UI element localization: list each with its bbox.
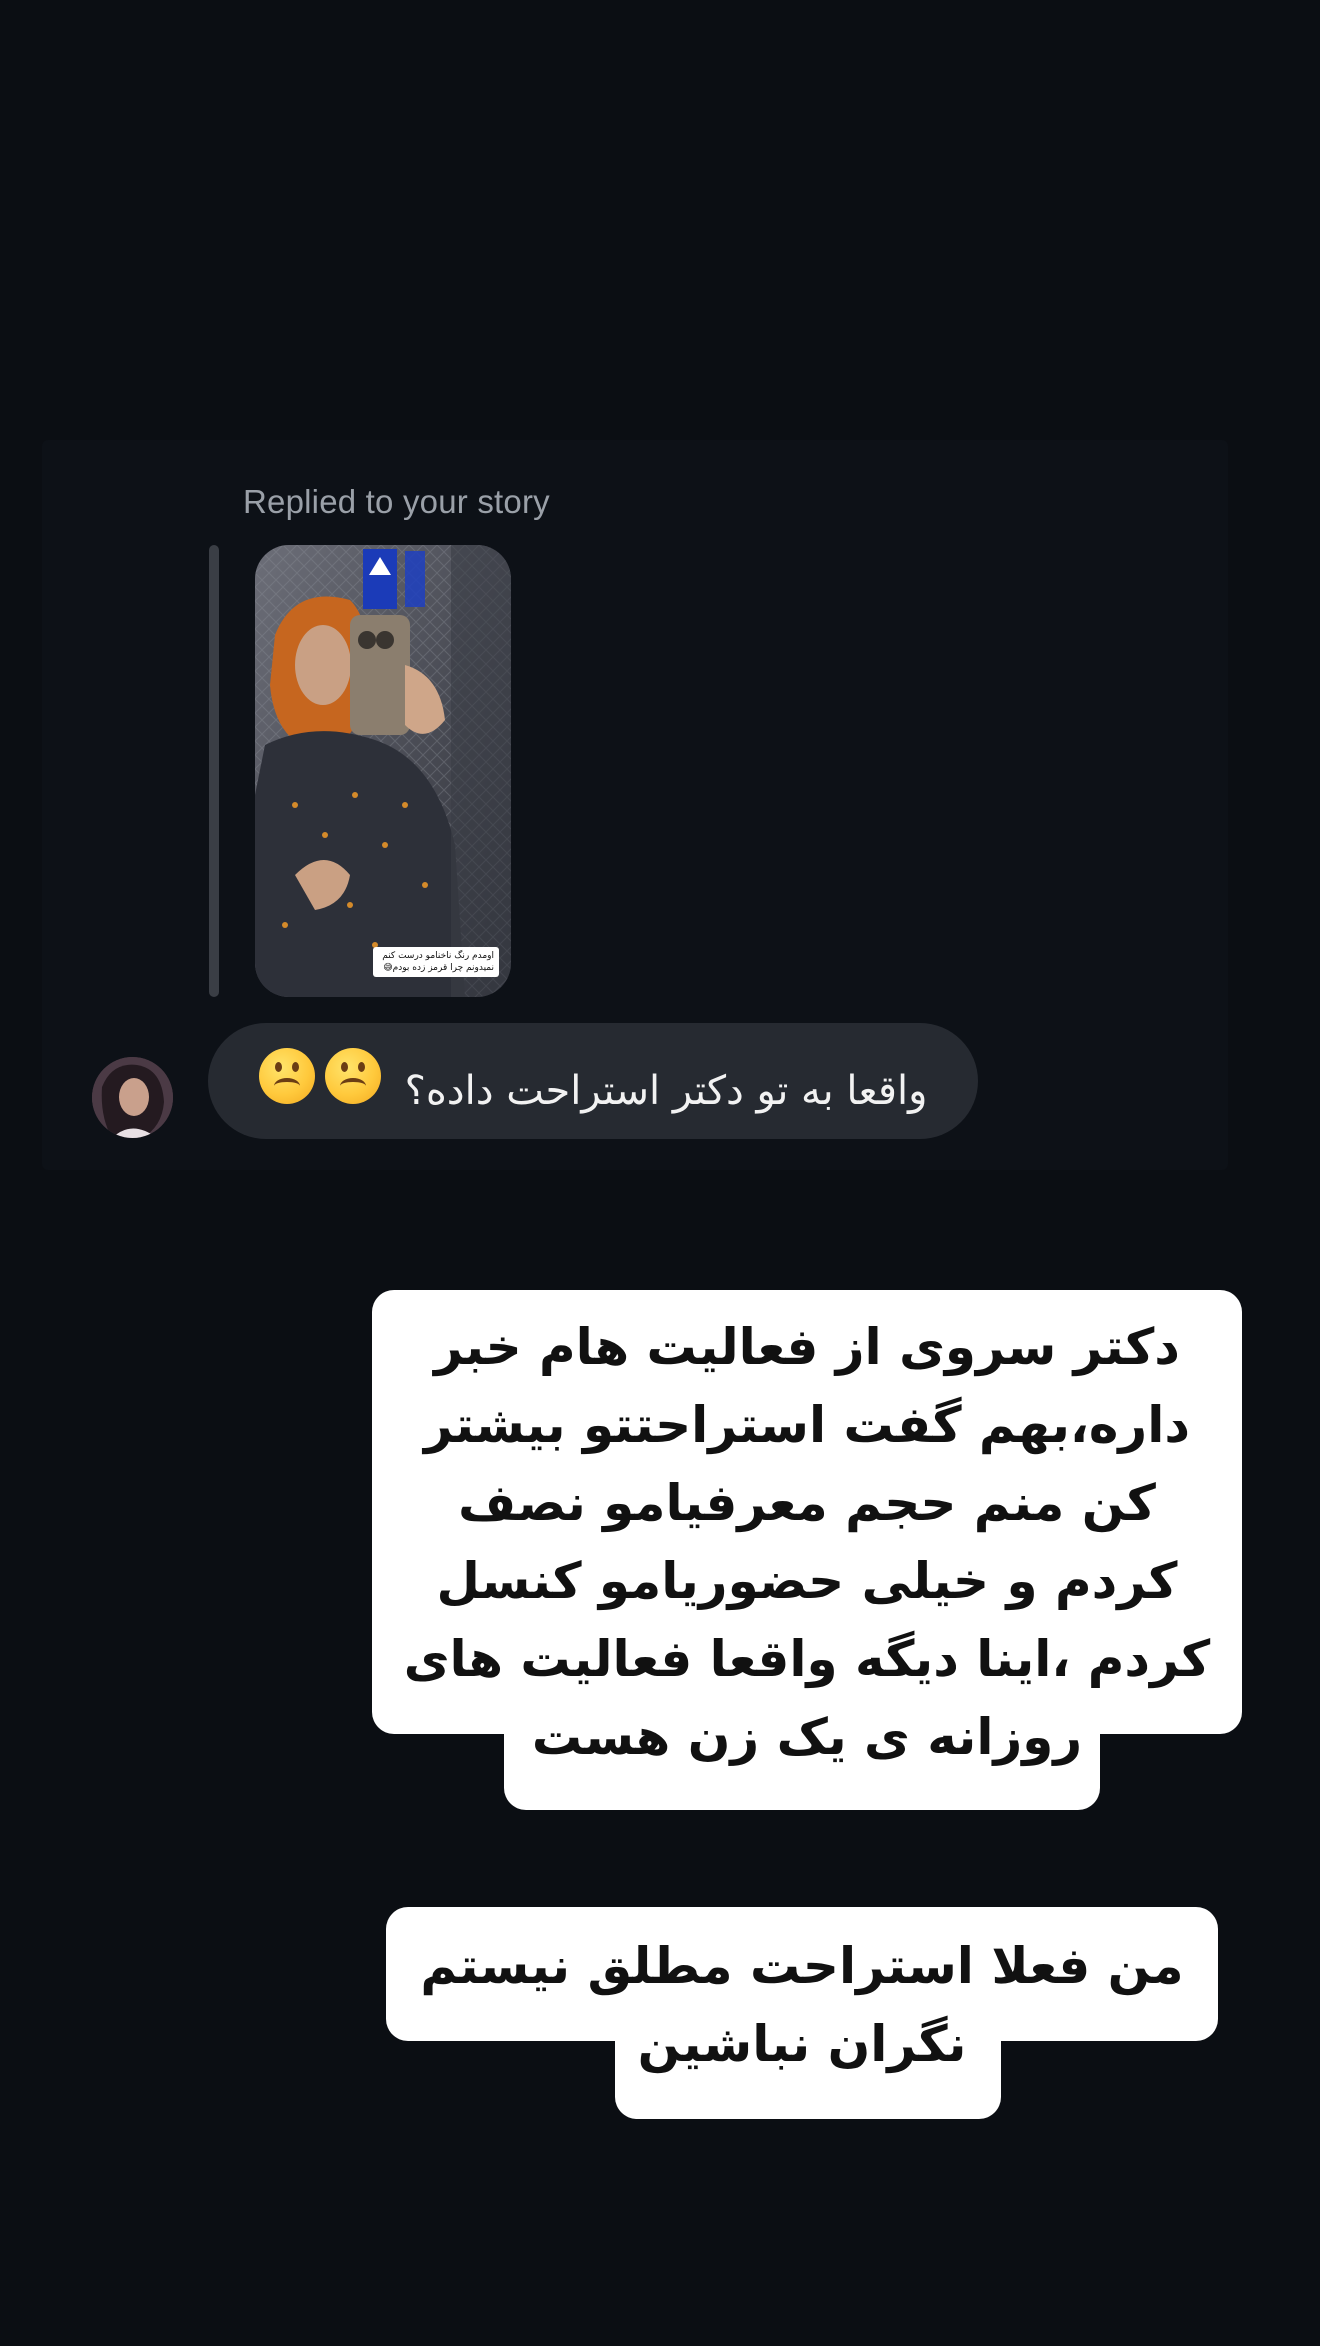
sticker-2-line: نگران نباشین bbox=[637, 2015, 967, 2073]
message-text: واقعا به تو دکتر استراحت داده؟ bbox=[258, 1048, 928, 1114]
sticker-1-line: کن منم حجم معرفیامو نصف bbox=[458, 1474, 1156, 1532]
avatar-image bbox=[92, 1057, 173, 1138]
story-thumbnail[interactable]: اومدم رنگ ناخنامو درست کنم نمیدونم چرا ق… bbox=[255, 545, 511, 997]
story-caption-sticker: اومدم رنگ ناخنامو درست کنم نمیدونم چرا ق… bbox=[373, 947, 499, 977]
sticker-2-line: من فعلا استراحت مطلق نیستم bbox=[420, 1937, 1184, 1995]
reply-context-label: Replied to your story bbox=[243, 483, 550, 520]
sticker-1-line: دکتر سروی از فعالیت هام خبر bbox=[434, 1318, 1180, 1376]
sticker-1-line: کردم و خیلی حضوریامو کنسل bbox=[436, 1552, 1178, 1610]
story-text-sticker-1: دکتر سروی از فعالیت هام خبر داره،بهم گفت… bbox=[372, 1290, 1242, 1810]
sticker-1-line: کردم ،اینا دیگه واقعا فعالیت های bbox=[403, 1630, 1212, 1688]
sticker-1-text: دکتر سروی از فعالیت هام خبر داره،بهم گفت… bbox=[372, 1290, 1242, 1776]
sticker-1-line: داره،بهم گفت استراحتتو بیشتر bbox=[423, 1396, 1191, 1454]
emoji-group bbox=[258, 1048, 391, 1104]
sticker-1-line: روزانه ی یک زن هست bbox=[531, 1708, 1083, 1766]
message-body: واقعا به تو دکتر استراحت داده؟ bbox=[404, 1068, 928, 1114]
message-bubble[interactable]: واقعا به تو دکتر استراحت داده؟ bbox=[208, 1023, 978, 1139]
reply-quote-bar bbox=[209, 545, 219, 997]
story-text-sticker-2: من فعلا استراحت مطلق نیستم نگران نباشین bbox=[386, 1907, 1218, 2119]
upside-down-face-emoji-icon bbox=[324, 1048, 381, 1104]
sticker-2-text: من فعلا استراحت مطلق نیستم نگران نباشین bbox=[386, 1907, 1218, 2083]
sender-avatar[interactable] bbox=[92, 1057, 173, 1138]
upside-down-face-emoji-icon bbox=[258, 1048, 315, 1104]
story-image bbox=[255, 545, 511, 997]
